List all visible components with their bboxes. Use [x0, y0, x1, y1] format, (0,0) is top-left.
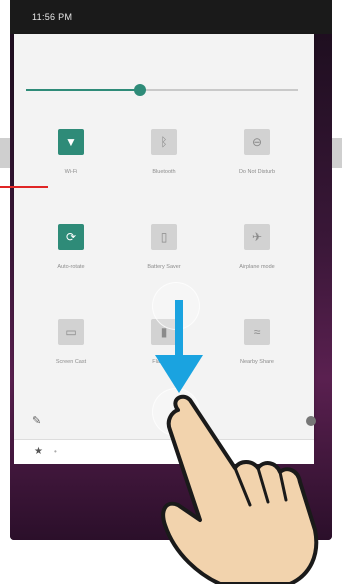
- tile-label: Screen Cast: [55, 359, 87, 365]
- status-time: 11:56 PM: [32, 12, 73, 22]
- brightness-fill: [26, 89, 141, 91]
- pointing-hand-icon: [161, 394, 319, 584]
- nearby-share-icon: ≈: [244, 319, 270, 345]
- tile-wifi[interactable]: ▼ Wi-Fi: [26, 129, 116, 209]
- tile-label: Auto-rotate: [57, 264, 85, 270]
- tile-bluetooth[interactable]: ᛒ Bluetooth: [119, 129, 209, 209]
- bluetooth-icon: ᛒ: [151, 129, 177, 155]
- airplane-icon: ✈: [244, 224, 270, 250]
- cast-icon: ▭: [58, 319, 84, 345]
- tile-nearby-share[interactable]: ≈ Nearby Share: [212, 319, 302, 399]
- brightness-thumb[interactable]: [134, 84, 147, 96]
- tile-label: Do Not Disturb: [238, 169, 276, 175]
- tile-label: Nearby Share: [240, 359, 274, 365]
- red-pointer-line: [0, 186, 48, 188]
- wifi-icon: ▼: [58, 129, 84, 155]
- battery-icon: ▯: [151, 224, 177, 250]
- tile-do-not-disturb[interactable]: ⊖ Do Not Disturb: [212, 129, 302, 209]
- background-bar-right: [332, 138, 342, 168]
- background-bar-left: [0, 138, 10, 168]
- edit-icon[interactable]: ✎: [32, 414, 41, 427]
- tile-cast[interactable]: ▭ Screen Cast: [26, 319, 116, 399]
- status-bar: 11:56 PM: [10, 0, 332, 34]
- swipe-down-arrow-icon: [155, 355, 203, 393]
- do-not-disturb-icon: ⊖: [244, 129, 270, 155]
- tile-label: Airplane mode: [239, 264, 275, 270]
- tile-auto-rotate[interactable]: ⟳ Auto-rotate: [26, 224, 116, 304]
- auto-rotate-icon: ⟳: [58, 224, 84, 250]
- star-icon: ★: [34, 446, 43, 457]
- tile-airplane[interactable]: ✈ Airplane mode: [212, 224, 302, 304]
- brightness-slider[interactable]: [26, 84, 298, 96]
- separator-dot: •: [54, 447, 57, 456]
- swipe-arrow-shaft: [175, 300, 183, 358]
- tile-label: Bluetooth: [152, 169, 176, 175]
- tile-label: Wi-Fi: [64, 169, 78, 175]
- tile-label: Battery Saver: [147, 264, 181, 270]
